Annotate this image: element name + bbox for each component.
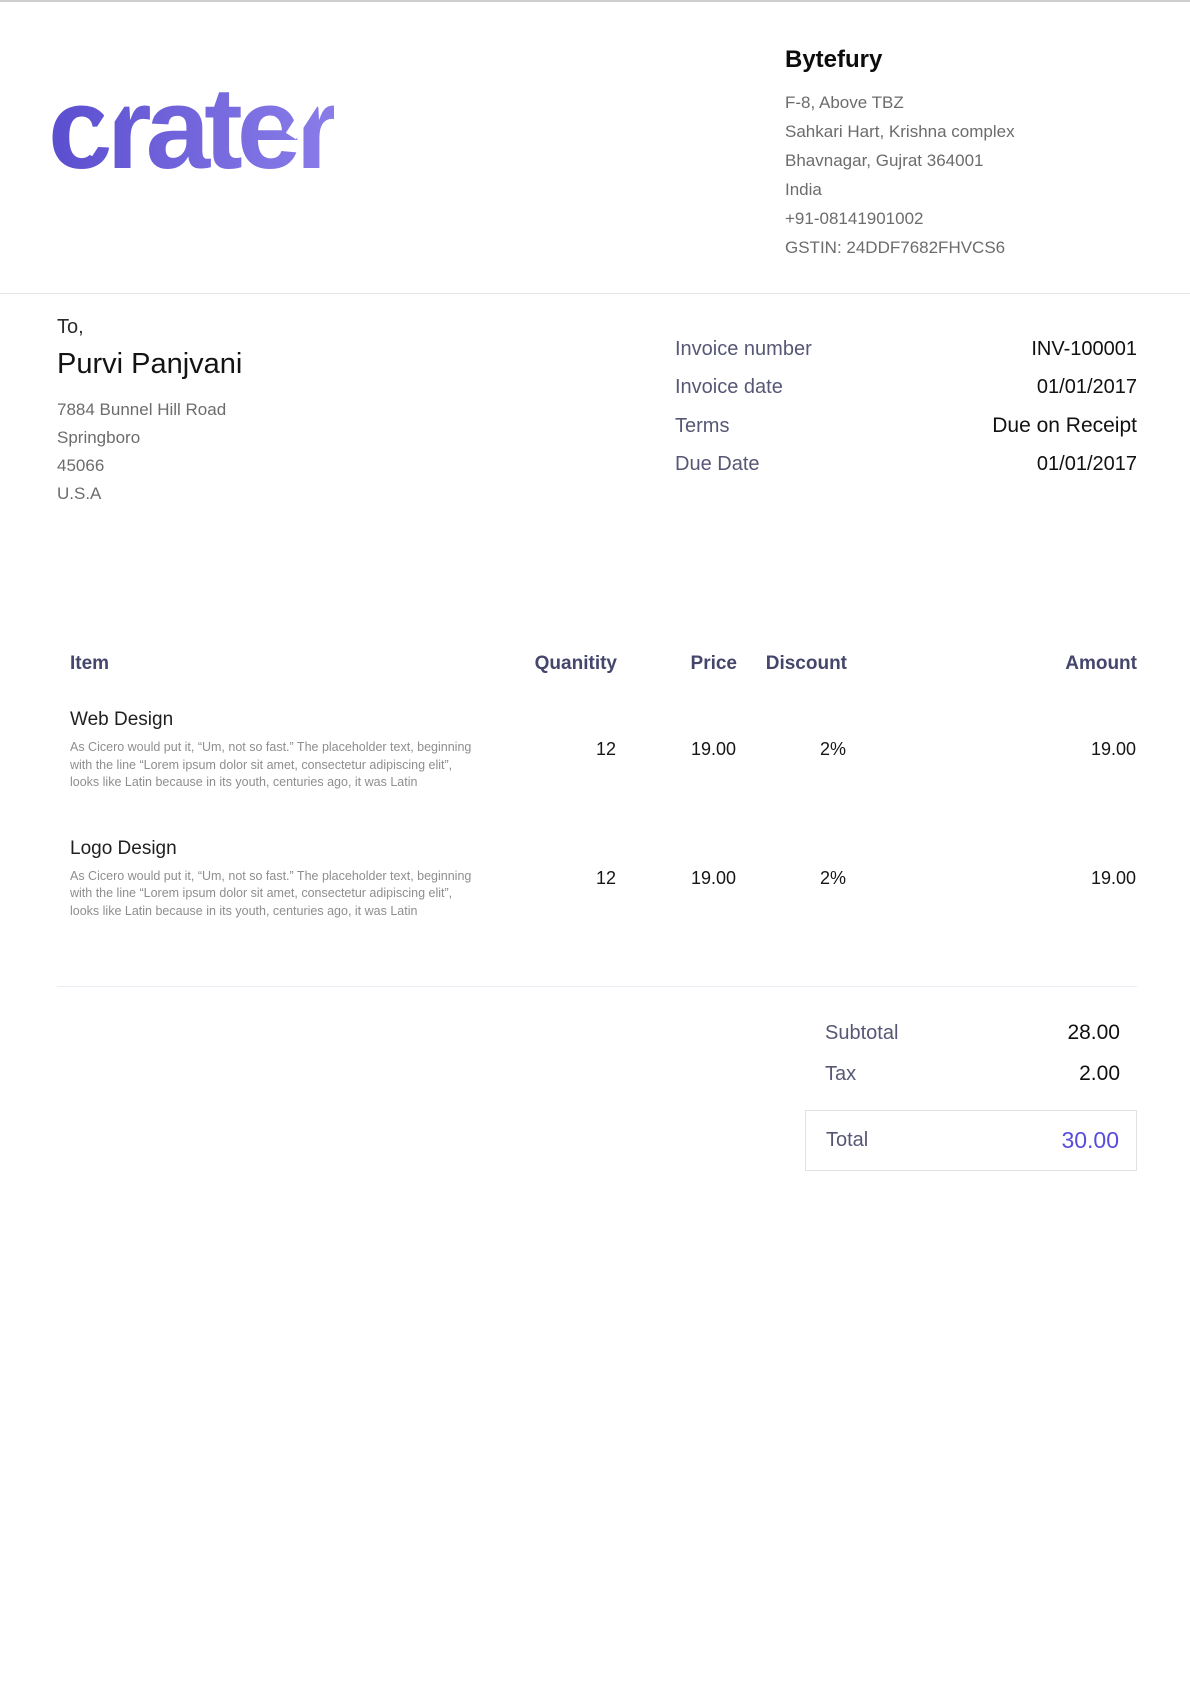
invoice-date-value: 01/01/2017 (1037, 376, 1137, 399)
crater-logo: crater (48, 70, 334, 186)
client-address-line: Springboro (57, 424, 242, 452)
bill-to-label: To, (57, 316, 242, 339)
item-cell: Web Design As Cicero would put it, “Um, … (57, 709, 497, 838)
total-box: Total 30.00 (805, 1110, 1137, 1171)
col-header-price: Price (617, 653, 737, 709)
item-amount: 19.00 (847, 709, 1137, 838)
item-quantity: 12 (497, 838, 617, 967)
col-header-amount: Amount (847, 653, 1137, 709)
client-address-line: 7884 Bunnel Hill Road (57, 396, 242, 424)
tax-value: 2.00 (1079, 1062, 1120, 1086)
invoice-number-row: Invoice number INV-100001 (675, 338, 1137, 361)
total-value: 30.00 (1061, 1127, 1119, 1154)
client-name: Purvi Panjvani (57, 348, 242, 381)
item-cell: Logo Design As Cicero would put it, “Um,… (57, 838, 497, 967)
item-quantity: 12 (497, 709, 617, 838)
client-address-line: 45066 (57, 452, 242, 480)
terms-row: Terms Due on Receipt (675, 414, 1137, 438)
terms-label: Terms (675, 415, 729, 438)
items-divider (57, 986, 1137, 987)
due-date-row: Due Date 01/01/2017 (675, 453, 1137, 476)
table-row: Logo Design As Cicero would put it, “Um,… (57, 838, 1137, 967)
totals-section: Subtotal 28.00 Tax 2.00 Total 30.00 (805, 1021, 1137, 1171)
company-phone: +91-08141901002 (785, 204, 1137, 233)
invoice-date-label: Invoice date (675, 376, 783, 399)
items-table-header-row: Item Quanitity Price Discount Amount (57, 653, 1137, 709)
item-price: 19.00 (617, 709, 737, 838)
item-description: As Cicero would put it, “Um, not so fast… (70, 868, 477, 921)
invoice-page: crater Bytefury F-8, Above TBZ Sahkari H… (0, 0, 1190, 1684)
company-address-line: Sahkari Hart, Krishna complex (785, 117, 1137, 146)
company-gstin: GSTIN: 24DDF7682FHVCS6 (785, 233, 1137, 262)
due-date-label: Due Date (675, 453, 760, 476)
subtotal-value: 28.00 (1067, 1021, 1120, 1045)
total-label: Total (826, 1129, 868, 1152)
company-address-line: Bhavnagar, Gujrat 364001 (785, 146, 1137, 175)
item-discount: 2% (737, 838, 847, 967)
client-address-line: U.S.A (57, 480, 242, 508)
invoice-header: crater Bytefury F-8, Above TBZ Sahkari H… (0, 2, 1190, 294)
col-header-quantity: Quanitity (497, 653, 617, 709)
item-name: Logo Design (70, 838, 477, 860)
subtotal-row: Subtotal 28.00 (805, 1021, 1137, 1045)
company-address-line: India (785, 175, 1137, 204)
invoice-number-value: INV-100001 (1031, 338, 1137, 361)
items-table: Item Quanitity Price Discount Amount Web… (57, 653, 1137, 966)
company-address-line: F-8, Above TBZ (785, 88, 1137, 117)
tax-label: Tax (825, 1063, 856, 1086)
tax-row: Tax 2.00 (805, 1062, 1137, 1086)
items-section: Item Quanitity Price Discount Amount Web… (0, 508, 1190, 966)
invoice-meta: Invoice number INV-100001 Invoice date 0… (675, 338, 1137, 508)
invoice-number-label: Invoice number (675, 338, 812, 361)
item-name: Web Design (70, 709, 477, 731)
company-info: Bytefury F-8, Above TBZ Sahkari Hart, Kr… (785, 38, 1137, 262)
bill-to-block: To, Purvi Panjvani 7884 Bunnel Hill Road… (57, 316, 242, 508)
item-description: As Cicero would put it, “Um, not so fast… (70, 739, 477, 792)
table-row: Web Design As Cicero would put it, “Um, … (57, 709, 1137, 838)
item-discount: 2% (737, 709, 847, 838)
company-name: Bytefury (785, 46, 1137, 74)
parties-section: To, Purvi Panjvani 7884 Bunnel Hill Road… (0, 294, 1190, 508)
due-date-value: 01/01/2017 (1037, 453, 1137, 476)
terms-value: Due on Receipt (992, 414, 1137, 438)
item-amount: 19.00 (847, 838, 1137, 967)
subtotal-label: Subtotal (825, 1022, 898, 1045)
invoice-date-row: Invoice date 01/01/2017 (675, 376, 1137, 399)
col-header-discount: Discount (737, 653, 847, 709)
col-header-item: Item (57, 653, 497, 709)
item-price: 19.00 (617, 838, 737, 967)
